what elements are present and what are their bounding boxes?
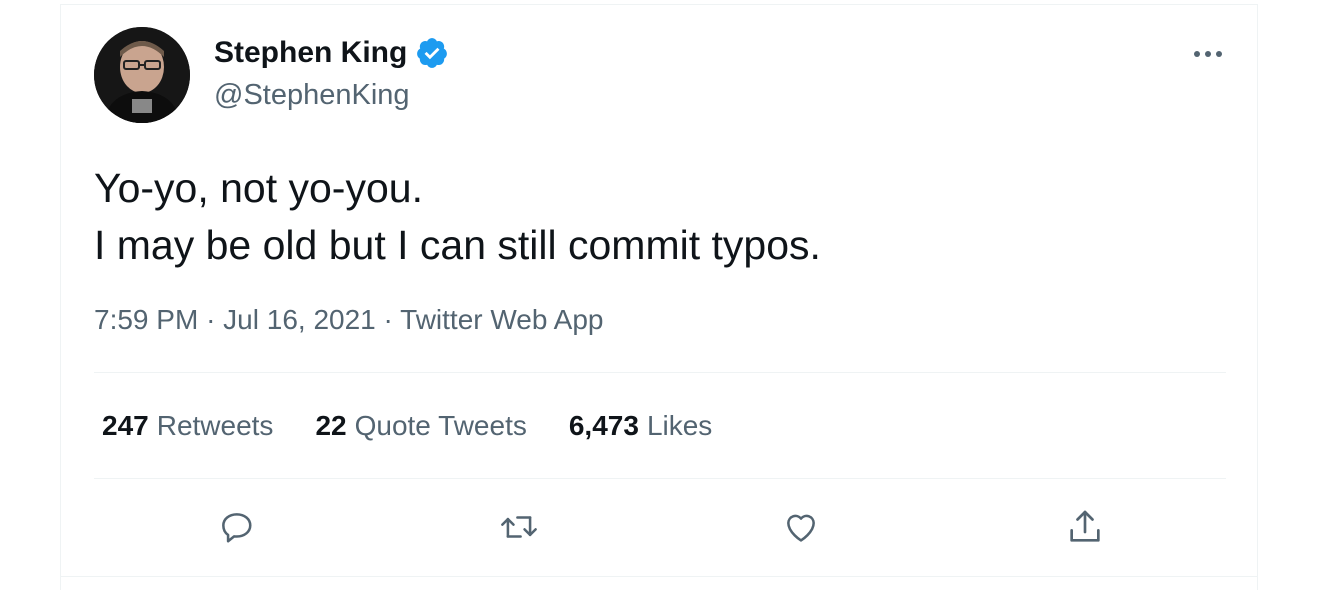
meta-separator: ·: [206, 304, 216, 335]
reply-icon[interactable]: [215, 506, 257, 548]
tweet-text: Yo-yo, not yo-you. I may be old but I ca…: [94, 160, 821, 274]
tweet-source[interactable]: Twitter Web App: [400, 304, 603, 335]
quote-tweets-count: 22: [315, 410, 347, 441]
author-name[interactable]: Stephen King: [214, 36, 407, 70]
more-options-icon[interactable]: [1188, 40, 1228, 68]
like-icon[interactable]: [780, 506, 822, 548]
likes-label: Likes: [646, 410, 713, 441]
share-icon[interactable]: [1064, 506, 1106, 548]
tweet-line: Yo-yo, not yo-you.: [94, 165, 423, 211]
tweet-meta: 7:59 PM · Jul 16, 2021 · Twitter Web App: [94, 304, 604, 336]
retweets-label: Retweets: [156, 410, 274, 441]
quote-tweets-stat[interactable]: 22 Quote Tweets: [315, 410, 526, 442]
verified-badge-icon: [417, 38, 448, 68]
author-name-row[interactable]: Stephen King: [214, 36, 449, 70]
tweet-date[interactable]: Jul 16, 2021: [223, 304, 376, 335]
card-bottom-border: [60, 576, 1258, 577]
tweet-time[interactable]: 7:59 PM: [94, 304, 198, 335]
likes-stat[interactable]: 6,473 Likes: [569, 410, 712, 442]
divider: [94, 478, 1226, 479]
avatar[interactable]: [94, 27, 190, 123]
retweets-count: 247: [102, 410, 149, 441]
likes-count: 6,473: [568, 410, 639, 441]
tweet-line: I may be old but I can still commit typo…: [94, 222, 821, 268]
tweet-stats: 247 Retweets 22 Quote Tweets 6,473 Likes: [102, 410, 754, 442]
author-handle[interactable]: @StephenKing: [214, 79, 410, 112]
quote-tweets-label: Quote Tweets: [354, 410, 527, 441]
retweet-icon[interactable]: [498, 506, 540, 548]
meta-separator: ·: [383, 304, 393, 335]
retweets-stat[interactable]: 247 Retweets: [102, 410, 273, 442]
divider: [94, 372, 1226, 373]
